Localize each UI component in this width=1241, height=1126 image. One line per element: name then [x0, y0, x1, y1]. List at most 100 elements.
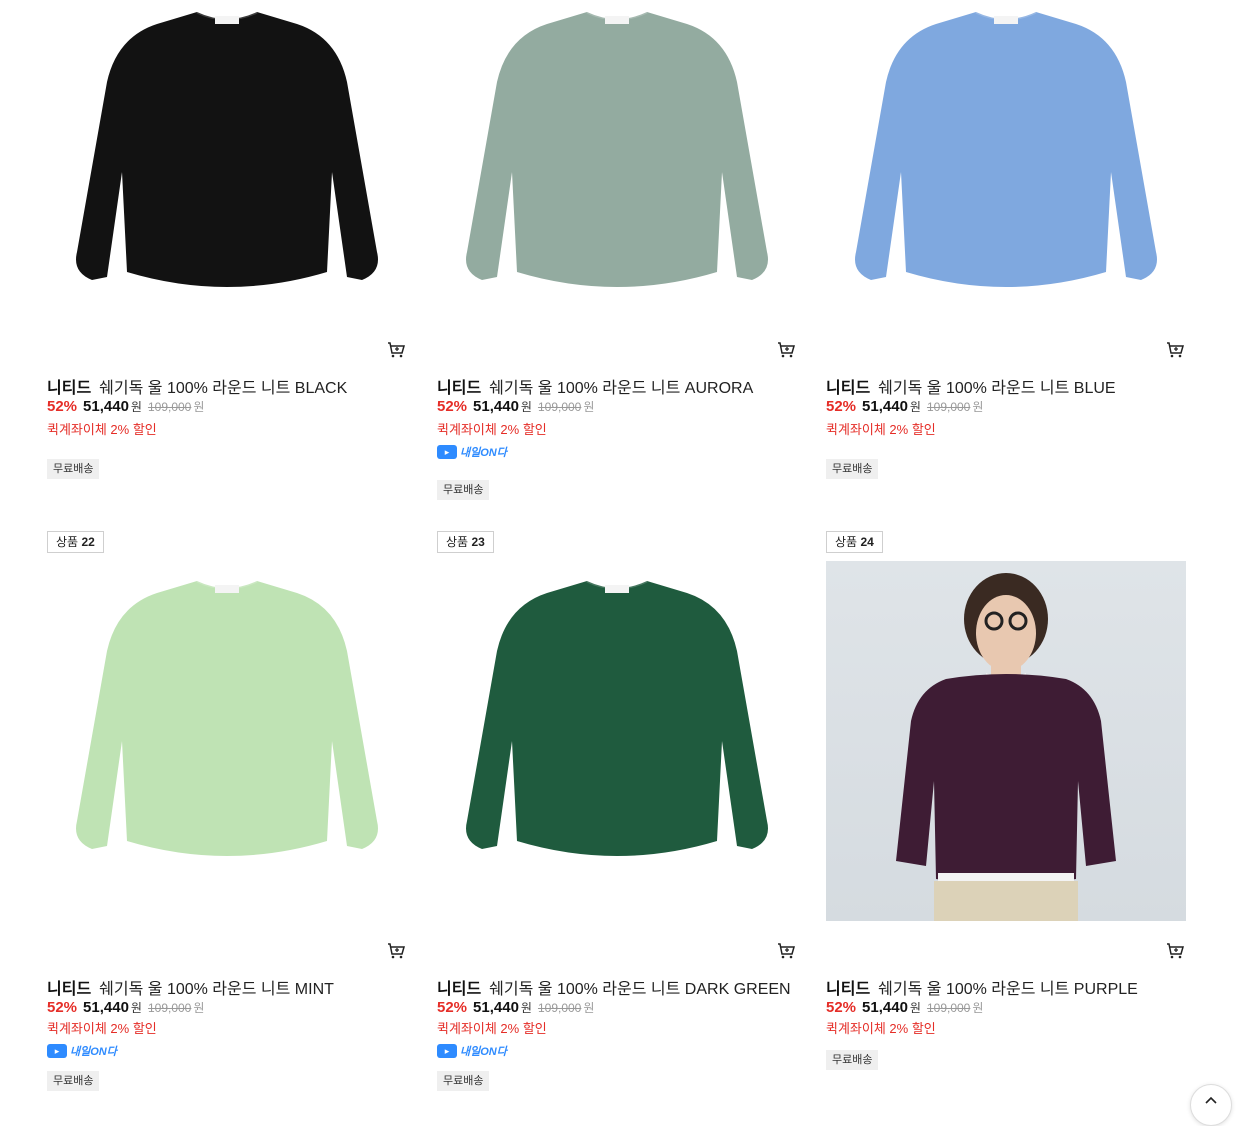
- product-image[interactable]: [47, 561, 407, 921]
- product-image[interactable]: [826, 0, 1186, 352]
- promo-text: 퀵계좌이체 2% 할인: [826, 422, 936, 437]
- tag-number: 22: [81, 535, 95, 549]
- brand-name[interactable]: 니티드: [826, 380, 870, 397]
- discount-rate: 52%: [826, 999, 857, 1016]
- original-price: 109,000: [926, 1001, 971, 1015]
- product-image[interactable]: [826, 561, 1186, 921]
- sweater-image: [826, 0, 1186, 352]
- brand-name[interactable]: 니티드: [826, 981, 870, 998]
- cart-icon[interactable]: [1166, 943, 1184, 959]
- brand-name[interactable]: 니티드: [47, 380, 91, 397]
- sale-price: 51,440: [862, 398, 908, 415]
- tag-label: 상품: [56, 535, 79, 549]
- brand-name[interactable]: 니티드: [437, 981, 481, 998]
- product-card[interactable]: 니티드 쉐기독 울 100% 라운드 니트 AURORA 52% 51,440 원 10…: [437, 0, 797, 500]
- cart-icon[interactable]: [777, 943, 795, 959]
- delivery-truck-icon: ▸: [47, 1044, 67, 1058]
- original-price: 109,000: [537, 400, 582, 414]
- tag-label: 상품: [835, 535, 858, 549]
- product-card[interactable]: 니티드 쉐기독 울 100% 라운드 니트 BLUE 52% 51,440 원 109,…: [826, 0, 1186, 479]
- sweater-image: [437, 561, 797, 921]
- scroll-to-top-button[interactable]: [1190, 1084, 1232, 1126]
- product-card[interactable]: 상품 24 니티드 쉐기독 울 100% 라운드 니트 PURPLE 52% 51,…: [826, 531, 1186, 1070]
- product-title[interactable]: 니티드 쉐기독 울 100% 라운드 니트 MINT: [47, 975, 334, 999]
- naeil-delivery-badge: ▸ 내일ON다: [437, 444, 507, 460]
- product-card[interactable]: 니티드 쉐기독 울 100% 라운드 니트 BLACK 52% 51,440 원 109…: [47, 0, 407, 479]
- naeil-label: 내일ON다: [70, 1046, 117, 1058]
- currency: 원: [909, 1001, 921, 1015]
- sale-price: 51,440: [473, 398, 519, 415]
- discount-rate: 52%: [47, 999, 78, 1016]
- product-name[interactable]: 쉐기독 울 100% 라운드 니트 BLUE: [878, 380, 1115, 397]
- promo-text: 퀵계좌이체 2% 할인: [437, 1021, 547, 1036]
- currency: 원: [972, 400, 984, 414]
- currency: 원: [193, 400, 205, 414]
- currency: 원: [583, 400, 595, 414]
- price-row: 52% 51,440 원 109,000 원: [437, 999, 594, 1016]
- original-price: 109,000: [537, 1001, 582, 1015]
- product-title[interactable]: 니티드 쉐기독 울 100% 라운드 니트 BLACK: [47, 374, 347, 398]
- currency: 원: [520, 1001, 532, 1015]
- cart-icon[interactable]: [1166, 342, 1184, 358]
- original-price: 109,000: [147, 1001, 192, 1015]
- sweater-image: [437, 0, 797, 352]
- cart-icon[interactable]: [777, 342, 795, 358]
- price-row: 52% 51,440 원 109,000 원: [47, 999, 204, 1016]
- currency: 원: [193, 1001, 205, 1015]
- tag-number: 24: [860, 535, 874, 549]
- product-number-tag: 상품 24: [826, 531, 883, 553]
- currency: 원: [972, 1001, 984, 1015]
- promo-text: 퀵계좌이체 2% 할인: [437, 422, 547, 437]
- brand-name[interactable]: 니티드: [437, 380, 481, 397]
- product-title[interactable]: 니티드 쉐기독 울 100% 라운드 니트 DARK GREEN: [437, 975, 791, 999]
- currency: 원: [520, 400, 532, 414]
- discount-rate: 52%: [47, 398, 78, 415]
- product-name[interactable]: 쉐기독 울 100% 라운드 니트 MINT: [99, 981, 334, 998]
- price-row: 52% 51,440 원 109,000 원: [437, 398, 594, 415]
- naeil-label: 내일ON다: [460, 447, 507, 459]
- delivery-truck-icon: ▸: [437, 445, 457, 459]
- naeil-delivery-badge: ▸ 내일ON다: [47, 1043, 117, 1059]
- product-title[interactable]: 니티드 쉐기독 울 100% 라운드 니트 AURORA: [437, 374, 753, 398]
- price-row: 52% 51,440 원 109,000 원: [47, 398, 204, 415]
- product-name[interactable]: 쉐기독 울 100% 라운드 니트 DARK GREEN: [489, 981, 790, 998]
- sale-price: 51,440: [83, 999, 129, 1016]
- original-price: 109,000: [926, 400, 971, 414]
- product-image[interactable]: [437, 561, 797, 921]
- free-shipping-badge: 무료배송: [437, 480, 490, 500]
- price-row: 52% 51,440 원 109,000 원: [826, 398, 983, 415]
- product-number-tag: 상품 23: [437, 531, 494, 553]
- product-name[interactable]: 쉐기독 울 100% 라운드 니트 BLACK: [99, 380, 347, 397]
- product-name[interactable]: 쉐기독 울 100% 라운드 니트 PURPLE: [878, 981, 1138, 998]
- discount-rate: 52%: [437, 398, 468, 415]
- cart-icon[interactable]: [387, 943, 405, 959]
- product-card[interactable]: 상품 23 니티드 쉐기독 울 100% 라운드 니트 DARK GREEN 52…: [437, 531, 797, 1091]
- currency: 원: [909, 400, 921, 414]
- free-shipping-badge: 무료배송: [47, 1071, 100, 1091]
- product-name[interactable]: 쉐기독 울 100% 라운드 니트 AURORA: [489, 380, 753, 397]
- sale-price: 51,440: [83, 398, 129, 415]
- product-image[interactable]: [47, 0, 407, 352]
- promo-text: 퀵계좌이체 2% 할인: [826, 1021, 936, 1036]
- sweater-image: [47, 561, 407, 921]
- model-photo: [896, 573, 1116, 921]
- product-image[interactable]: [437, 0, 797, 352]
- free-shipping-badge: 무료배송: [47, 459, 100, 479]
- original-price: 109,000: [147, 400, 192, 414]
- currency: 원: [583, 1001, 595, 1015]
- price-row: 52% 51,440 원 109,000 원: [826, 999, 983, 1016]
- tag-label: 상품: [446, 535, 469, 549]
- promo-text: 퀵계좌이체 2% 할인: [47, 1021, 157, 1036]
- product-title[interactable]: 니티드 쉐기독 울 100% 라운드 니트 BLUE: [826, 374, 1116, 398]
- free-shipping-badge: 무료배송: [437, 1071, 490, 1091]
- arrow-up-icon: [1205, 1096, 1217, 1104]
- product-card[interactable]: 상품 22 니티드 쉐기독 울 100% 라운드 니트 MINT 52% 51,44…: [47, 531, 407, 1091]
- brand-name[interactable]: 니티드: [47, 981, 91, 998]
- free-shipping-badge: 무료배송: [826, 459, 879, 479]
- currency: 원: [130, 400, 142, 414]
- free-shipping-badge: 무료배송: [826, 1050, 879, 1070]
- product-title[interactable]: 니티드 쉐기독 울 100% 라운드 니트 PURPLE: [826, 975, 1138, 999]
- cart-icon[interactable]: [387, 342, 405, 358]
- tag-number: 23: [471, 535, 485, 549]
- sale-price: 51,440: [862, 999, 908, 1016]
